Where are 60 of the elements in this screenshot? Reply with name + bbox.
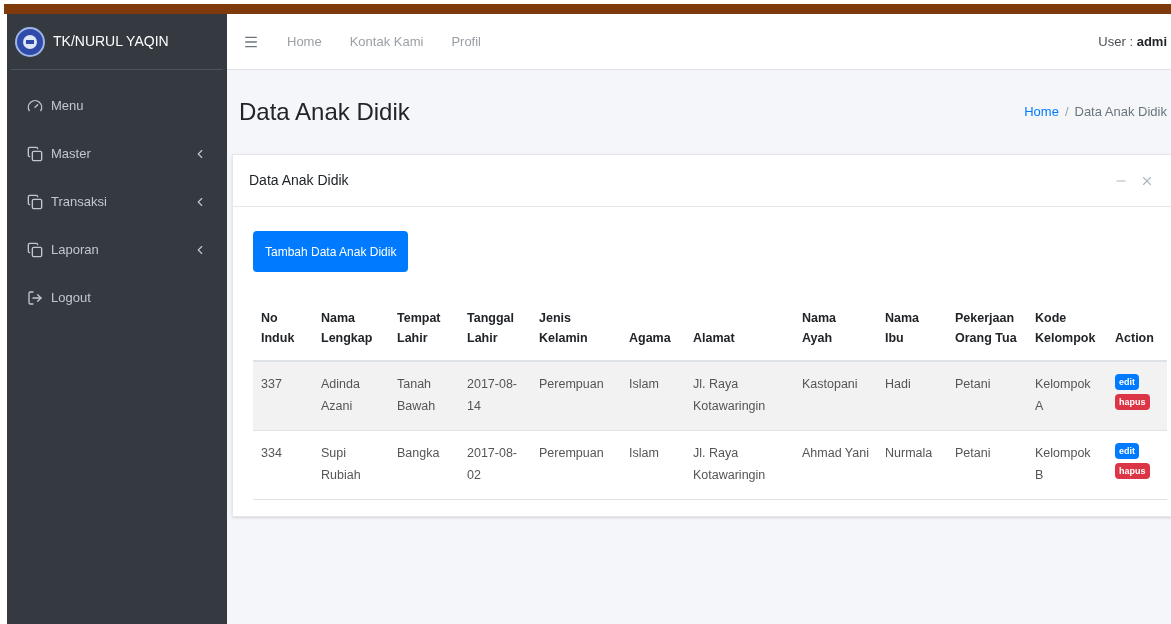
nav-link[interactable]: Home: [287, 31, 322, 52]
column-header: Jenis Kelamin: [531, 296, 621, 361]
breadcrumb-current: Data Anak Didik: [1074, 103, 1167, 122]
logout-icon: [27, 290, 43, 306]
sidebar-item[interactable]: Master: [7, 130, 227, 178]
breadcrumb-link[interactable]: Home: [1024, 102, 1059, 122]
column-header: Action: [1107, 296, 1167, 361]
column-header: Pekerjaan Orang Tua: [947, 296, 1027, 361]
table-cell: Jl. Raya Kotawaringin: [685, 430, 794, 499]
copy-icon: [27, 242, 43, 258]
nav-link[interactable]: Kontak Kami: [349, 31, 424, 52]
table-cell: Islam: [621, 430, 685, 499]
table-cell: Nurmala: [877, 430, 947, 499]
table-cell: Islam: [621, 361, 685, 431]
user-label: User : admi: [1098, 32, 1167, 51]
table-cell: Kelompok B: [1027, 430, 1107, 499]
table-cell: Petani: [947, 430, 1027, 499]
card-title: Data Anak Didik: [249, 171, 349, 190]
column-header: Nama Ibu: [877, 296, 947, 361]
column-header: Tempat Lahir: [389, 296, 459, 361]
edit-button[interactable]: edit: [1115, 374, 1139, 390]
copy-icon: [27, 194, 43, 210]
sidebar-item[interactable]: Laporan: [7, 226, 227, 274]
delete-button[interactable]: hapus: [1115, 462, 1150, 479]
table-cell: Jl. Raya Kotawaringin: [685, 361, 794, 431]
table-cell: Petani: [947, 361, 1027, 431]
sidebar-item[interactable]: Menu: [7, 82, 227, 130]
add-button[interactable]: Tambah Data Anak Didik: [253, 231, 409, 272]
gauge-icon: [27, 98, 43, 114]
table-cell: 2017-08-14: [459, 361, 531, 431]
delete-button[interactable]: hapus: [1115, 394, 1150, 410]
table-cell: 2017-08-02: [459, 430, 531, 499]
table-cell: Hadi: [877, 361, 947, 431]
column-header: Tanggal Lahir: [459, 296, 531, 361]
nav-link[interactable]: Profil: [451, 31, 481, 52]
edit-button[interactable]: edit: [1115, 442, 1139, 459]
page-title: Data Anak Didik: [239, 97, 410, 127]
table-cell: 334: [253, 430, 313, 499]
column-header: Nama Ayah: [794, 296, 877, 361]
table-cell: Bangka: [389, 430, 459, 499]
copy-icon: [27, 146, 43, 162]
column-header: Kode Kelompok: [1027, 296, 1107, 361]
sidebar-item[interactable]: Transaksi: [7, 178, 227, 226]
logo-icon: [15, 26, 45, 57]
column-header: Nama Lengkap: [313, 296, 389, 361]
table-cell: Kelompok A: [1027, 361, 1107, 431]
table-cell: Adinda Azani: [313, 361, 389, 431]
brand-name: TK/NURUL YAQIN: [53, 32, 169, 51]
column-header: Alamat: [685, 296, 794, 361]
sidebar-item[interactable]: Logout: [7, 274, 227, 322]
column-header: Agama: [621, 296, 685, 361]
table-cell: Perempuan: [531, 361, 621, 431]
table-cell: Perempuan: [531, 430, 621, 499]
table-cell: 337: [253, 361, 313, 431]
table-cell: Ahmad Yani: [794, 430, 877, 499]
table-cell: Tanah Bawah: [389, 361, 459, 431]
column-header: No Induk: [253, 296, 313, 361]
breadcrumb-separator: /: [1064, 103, 1069, 122]
table-cell: Supi Rubiah: [313, 430, 389, 499]
table-cell: Kastopani: [794, 361, 877, 431]
